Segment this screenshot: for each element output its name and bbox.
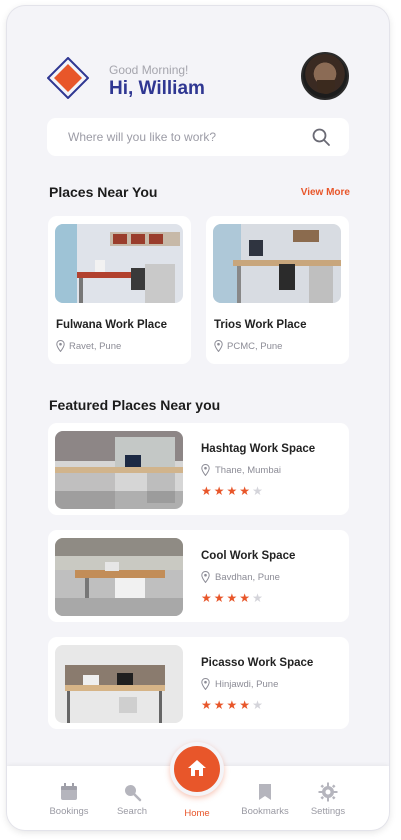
nav-item-home[interactable]: Home: [167, 808, 227, 819]
featured-location-text: Bavdhan, Pune: [215, 571, 280, 583]
star-icon: ★: [201, 591, 212, 605]
star-icon: ★: [213, 484, 225, 498]
star-icon: ★: [239, 591, 251, 605]
featured-location: Bavdhan, Pune: [201, 571, 280, 583]
rating-stars: ★ ★ ★ ★ ★: [201, 484, 263, 498]
app-logo-icon: [47, 57, 89, 99]
place-location: Ravet, Pune: [56, 340, 121, 352]
place-location-text: Ravet, Pune: [69, 340, 122, 352]
nav-label: Bookmarks: [241, 806, 289, 817]
search-icon: [125, 785, 142, 802]
star-icon: ★: [239, 484, 251, 498]
rating-stars: ★ ★ ★ ★ ★: [201, 698, 263, 712]
featured-name: Picasso Work Space: [201, 657, 314, 669]
rating-stars: ★ ★ ★ ★ ★: [201, 591, 263, 605]
place-card[interactable]: Trios Work Place PCMC, Pune: [206, 216, 349, 364]
place-location-text: PCMC, Pune: [227, 340, 283, 352]
star-icon: ★: [226, 484, 238, 498]
featured-photo: [55, 431, 183, 509]
star-icon: ★: [213, 698, 225, 712]
section-title-near: Places Near You: [49, 184, 158, 200]
search-icon[interactable]: [311, 127, 331, 147]
nav-item-bookings[interactable]: Bookings: [39, 782, 99, 817]
featured-photo: [55, 538, 183, 616]
nav-label: Search: [116, 806, 148, 817]
star-empty-icon: ★: [252, 591, 263, 605]
star-icon: ★: [239, 698, 251, 712]
place-name: Fulwana Work Place: [56, 319, 167, 331]
featured-location-text: Hinjawdi, Pune: [215, 678, 279, 690]
location-pin-icon: [201, 678, 210, 690]
featured-card[interactable]: Picasso Work Space Hinjawdi, Pune ★ ★ ★ …: [48, 637, 349, 729]
bookmark-icon: [259, 784, 271, 800]
place-card[interactable]: Fulwana Work Place Ravet, Pune: [48, 216, 191, 364]
location-pin-icon: [201, 571, 210, 583]
nav-label: Bookings: [49, 806, 89, 817]
star-empty-icon: ★: [252, 698, 263, 712]
star-icon: ★: [201, 698, 212, 712]
location-pin-icon: [56, 340, 65, 352]
place-photo: [213, 224, 341, 303]
place-name: Trios Work Place: [214, 319, 307, 331]
location-pin-icon: [201, 464, 210, 476]
featured-location-text: Thane, Mumbai: [215, 464, 282, 476]
star-icon: ★: [213, 591, 225, 605]
avatar[interactable]: [301, 52, 349, 100]
calendar-icon: [61, 783, 77, 800]
featured-card[interactable]: Cool Work Space Bavdhan, Pune ★ ★ ★ ★ ★: [48, 530, 349, 622]
nav-item-search[interactable]: Search: [102, 782, 162, 817]
featured-location: Thane, Mumbai: [201, 464, 281, 476]
nav-item-settings[interactable]: Settings: [298, 782, 358, 817]
featured-location: Hinjawdi, Pune: [201, 678, 278, 690]
featured-name: Cool Work Space: [201, 550, 296, 562]
featured-photo: [55, 645, 183, 723]
view-more-link[interactable]: View More: [301, 187, 350, 198]
nav-label: Settings: [310, 806, 346, 817]
star-icon: ★: [226, 591, 238, 605]
search-placeholder: Where will you like to work?: [68, 130, 217, 144]
search-input[interactable]: Where will you like to work?: [47, 118, 349, 156]
place-photo: [55, 224, 183, 303]
star-icon: ★: [201, 484, 212, 498]
home-button[interactable]: [170, 742, 224, 796]
star-empty-icon: ★: [252, 484, 263, 498]
star-icon: ★: [226, 698, 238, 712]
user-greeting-name: Hi, William: [109, 78, 205, 99]
featured-card[interactable]: Hashtag Work Space Thane, Mumbai ★ ★ ★ ★…: [48, 423, 349, 515]
greeting-text: Good Morning!: [109, 63, 189, 77]
place-location: PCMC, Pune: [214, 340, 282, 352]
gear-icon: [318, 782, 338, 802]
nav-label: Home: [184, 808, 210, 819]
home-icon: [188, 760, 206, 776]
featured-name: Hashtag Work Space: [201, 443, 316, 455]
section-title-featured: Featured Places Near you: [49, 397, 221, 413]
location-pin-icon: [214, 340, 223, 352]
nav-item-bookmarks[interactable]: Bookmarks: [235, 782, 295, 817]
app-screen: Good Morning! Hi, William Where will you…: [7, 6, 389, 830]
